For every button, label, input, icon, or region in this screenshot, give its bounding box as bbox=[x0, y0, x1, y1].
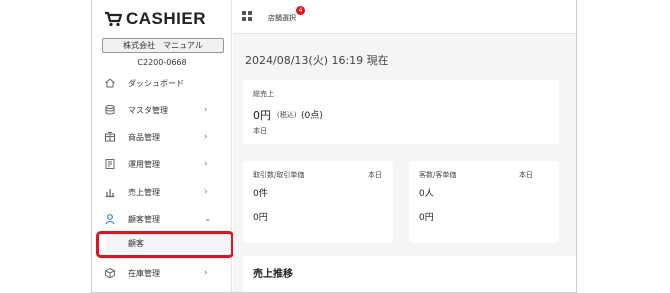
card-title: 取引数/取引単価 bbox=[253, 171, 305, 179]
chevron-right-icon: › bbox=[204, 105, 208, 115]
sidebar-item-sales[interactable]: 売上管理 › bbox=[92, 183, 232, 201]
grid-menu-icon[interactable] bbox=[242, 11, 252, 21]
sidebar: CASHIER 株式会社 マニュアル C2200-0668 ダッシュボード マス… bbox=[92, 0, 234, 292]
home-icon bbox=[105, 78, 115, 88]
customer-amount: 0円 bbox=[419, 213, 434, 223]
sidebar-item-inventory[interactable]: 在庫管理 › bbox=[92, 264, 232, 282]
current-datetime: 2024/08/13(火) 16:19 現在 bbox=[245, 54, 389, 67]
company-code: C2200-0668 bbox=[137, 58, 187, 67]
cart-icon bbox=[105, 11, 122, 27]
chevron-right-icon: › bbox=[204, 187, 208, 197]
tax-label: (税込) bbox=[277, 111, 297, 119]
app-window: CASHIER 株式会社 マニュアル C2200-0668 ダッシュボード マス… bbox=[91, 0, 577, 293]
sidebar-item-label: 在庫管理 bbox=[128, 268, 160, 278]
transactions-card: 取引数/取引単価 本日 0件 0円 bbox=[243, 161, 393, 243]
transaction-count: 0件 bbox=[253, 189, 268, 199]
card-title: 総売上 bbox=[253, 90, 274, 98]
notification-badge: 4 bbox=[296, 6, 305, 15]
box-icon bbox=[105, 267, 115, 279]
highlight-box bbox=[96, 231, 234, 258]
sidebar-item-label: 商品管理 bbox=[128, 132, 160, 142]
sidebar-item-label: 運用管理 bbox=[128, 159, 160, 169]
sidebar-item-dashboard[interactable]: ダッシュボード bbox=[92, 74, 232, 92]
logo[interactable]: CASHIER bbox=[104, 8, 206, 30]
sidebar-item-label: マスタ管理 bbox=[128, 105, 168, 115]
customers-card: 客数/客単価 本日 0人 0円 bbox=[409, 161, 559, 243]
sidebar-item-products[interactable]: 商品管理 › bbox=[92, 128, 232, 146]
period-label: 本日 bbox=[368, 171, 382, 179]
total-sales-value: 0円 bbox=[253, 109, 271, 122]
sidebar-item-master[interactable]: マスタ管理 › bbox=[92, 101, 232, 119]
store-select[interactable]: 店舗選択 bbox=[268, 13, 296, 23]
sales-trend-card: 売上推移 bbox=[243, 256, 576, 292]
sidebar-item-label: ダッシュボード bbox=[128, 78, 184, 88]
transaction-amount: 0円 bbox=[253, 213, 268, 223]
product-icon bbox=[105, 132, 115, 142]
main-content: 店舗選択 4 2024/08/13(火) 16:19 現在 総売上 0円 (税込… bbox=[233, 0, 576, 292]
logo-text: CASHIER bbox=[126, 9, 207, 28]
total-sales-card: 総売上 0円 (税込) (0点) 本日 bbox=[243, 80, 559, 144]
company-selector[interactable]: 株式会社 マニュアル bbox=[102, 38, 224, 53]
sidebar-item-operations[interactable]: 運用管理 › bbox=[92, 155, 232, 173]
database-icon bbox=[105, 105, 115, 115]
document-icon bbox=[105, 159, 115, 169]
chevron-right-icon: › bbox=[204, 159, 208, 169]
item-count: (0点) bbox=[301, 111, 323, 121]
card-title: 客数/客単価 bbox=[419, 171, 457, 179]
sidebar-item-customers[interactable]: 顧客管理 ⌄ bbox=[92, 210, 232, 228]
period-label: 本日 bbox=[519, 171, 533, 179]
chevron-right-icon: › bbox=[204, 268, 208, 278]
customer-count: 0人 bbox=[419, 189, 434, 199]
chevron-right-icon: › bbox=[204, 132, 208, 142]
sidebar-item-label: 顧客管理 bbox=[128, 214, 160, 224]
chevron-down-icon: ⌄ bbox=[204, 214, 212, 224]
bar-chart-icon bbox=[105, 189, 115, 198]
top-bar: 店舗選択 4 bbox=[233, 0, 576, 34]
sidebar-item-label: 売上管理 bbox=[128, 187, 160, 197]
user-icon bbox=[105, 214, 115, 225]
period-label: 本日 bbox=[253, 127, 267, 135]
card-title: 売上推移 bbox=[253, 269, 293, 280]
